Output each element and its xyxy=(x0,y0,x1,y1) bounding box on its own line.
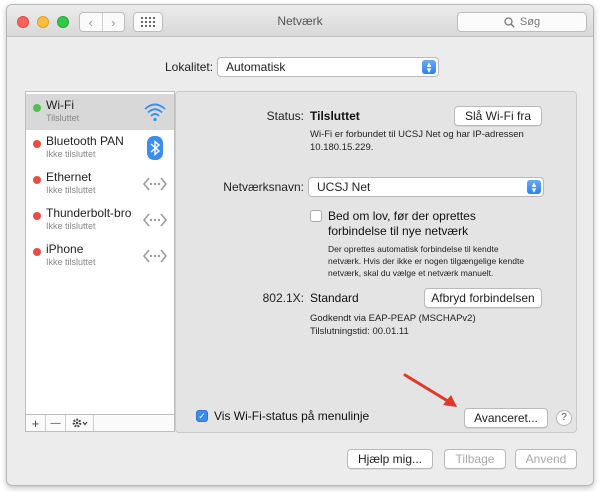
service-actions-menu[interactable] xyxy=(66,415,94,431)
checkmark-icon: ✓ xyxy=(198,411,206,421)
apply-button: Anvend xyxy=(515,449,577,469)
service-status: Ikke tilsluttet xyxy=(46,149,96,159)
add-service-button[interactable]: + xyxy=(26,415,46,431)
network-preferences-window: ‹ › Netværk Søg Lokalitet: Automatisk ▴ ▾ xyxy=(6,4,594,486)
service-name: Ethernet xyxy=(46,170,92,184)
gear-icon xyxy=(72,418,87,428)
service-status: Ikke tilsluttet xyxy=(46,221,96,231)
service-item-iphone[interactable]: iPhone Ikke tilsluttet xyxy=(26,238,174,274)
bluetooth-icon xyxy=(147,136,163,160)
assist-me-button[interactable]: Hjælp mig... xyxy=(347,449,433,469)
wifi-icon xyxy=(144,103,166,122)
auth-method: Godkendt via EAP-PEAP (MSCHAPv2) xyxy=(310,313,476,324)
service-status: Ikke tilsluttet xyxy=(46,185,96,195)
location-label: Lokalitet: xyxy=(165,60,214,74)
service-name: Thunderbolt-bro xyxy=(46,206,132,220)
minus-icon: — xyxy=(50,417,61,429)
iphone-icon xyxy=(143,249,167,263)
turn-wifi-off-button[interactable]: Slå Wi-Fi fra xyxy=(454,106,542,126)
plus-icon: + xyxy=(31,415,40,431)
search-field[interactable]: Søg xyxy=(457,12,587,32)
status-description-line1: Wi-Fi er forbundet til UCSJ Net og har I… xyxy=(310,129,524,140)
service-status: Ikke tilsluttet xyxy=(46,257,96,267)
status-dot xyxy=(33,248,41,256)
popup-arrows-icon: ▴ ▾ xyxy=(527,180,541,195)
status-value: Tilsluttet xyxy=(310,109,360,123)
status-dot xyxy=(33,104,41,112)
service-name: Bluetooth PAN xyxy=(46,134,124,148)
service-item-wifi[interactable]: Wi-Fi Tilsluttet xyxy=(26,94,174,130)
service-item-ethernet[interactable]: Ethernet Ikke tilsluttet xyxy=(26,166,174,202)
service-list: Wi-Fi Tilsluttet Bluetooth PAN Ikke tils… xyxy=(25,91,175,415)
search-icon xyxy=(504,16,515,28)
network-name-popup[interactable]: UCSJ Net ▴ ▾ xyxy=(308,177,544,197)
service-status: Tilsluttet xyxy=(46,113,80,123)
remove-service-button[interactable]: — xyxy=(46,415,66,431)
service-name: Wi-Fi xyxy=(46,98,74,112)
status-label: Status: xyxy=(266,109,304,123)
annotation-arrow-icon xyxy=(403,373,457,407)
search-placeholder: Søg xyxy=(519,16,541,28)
ask-to-join-label-line1: Bed om lov, før der oprettes xyxy=(328,209,476,223)
service-item-thunderbolt-bridge[interactable]: Thunderbolt-bro Ikke tilsluttet xyxy=(26,202,174,238)
network-name-label: Netværksnavn: xyxy=(223,180,304,194)
status-dot xyxy=(33,176,41,184)
help-button[interactable]: ? xyxy=(556,410,572,426)
popup-arrows-icon: ▴ ▾ xyxy=(422,60,436,75)
advanced-button[interactable]: Avanceret... xyxy=(464,408,548,428)
status-dot xyxy=(33,212,41,220)
status-dot xyxy=(33,140,41,148)
show-wifi-status-label: Vis Wi-Fi-status på menulinje xyxy=(214,409,370,423)
network-name-value: UCSJ Net xyxy=(317,180,371,194)
location-popup[interactable]: Automatisk ▴ ▾ xyxy=(217,57,439,77)
disconnect-button[interactable]: Afbryd forbindelsen xyxy=(424,288,542,308)
location-value: Automatisk xyxy=(226,60,286,74)
dot1x-value: Standard xyxy=(310,291,359,305)
service-name: iPhone xyxy=(46,242,84,256)
show-wifi-status-checkbox[interactable]: ✓ xyxy=(196,410,208,422)
service-list-toolbar: + — xyxy=(25,414,175,432)
service-item-bluetooth-pan[interactable]: Bluetooth PAN Ikke tilsluttet xyxy=(26,130,174,166)
ask-to-join-checkbox[interactable] xyxy=(310,210,322,222)
ask-to-join-label-line2: forbindelse til nye netværk xyxy=(328,224,469,238)
ask-description-line3: netværk, skal du vælge et netværk manuel… xyxy=(328,268,494,278)
thunderbolt-bridge-icon xyxy=(143,213,167,227)
detail-pane: Status: Tilsluttet Slå Wi-Fi fra Wi-Fi e… xyxy=(175,91,577,433)
dot1x-label: 802.1X: xyxy=(262,291,304,305)
ethernet-icon xyxy=(143,177,167,191)
revert-button: Tilbage xyxy=(444,449,506,469)
title-bar: ‹ › Netværk Søg xyxy=(7,5,593,37)
connection-time: Tilslutningstid: 00.01.11 xyxy=(310,326,409,337)
status-description-line2: 10.180.15.229. xyxy=(310,142,374,153)
